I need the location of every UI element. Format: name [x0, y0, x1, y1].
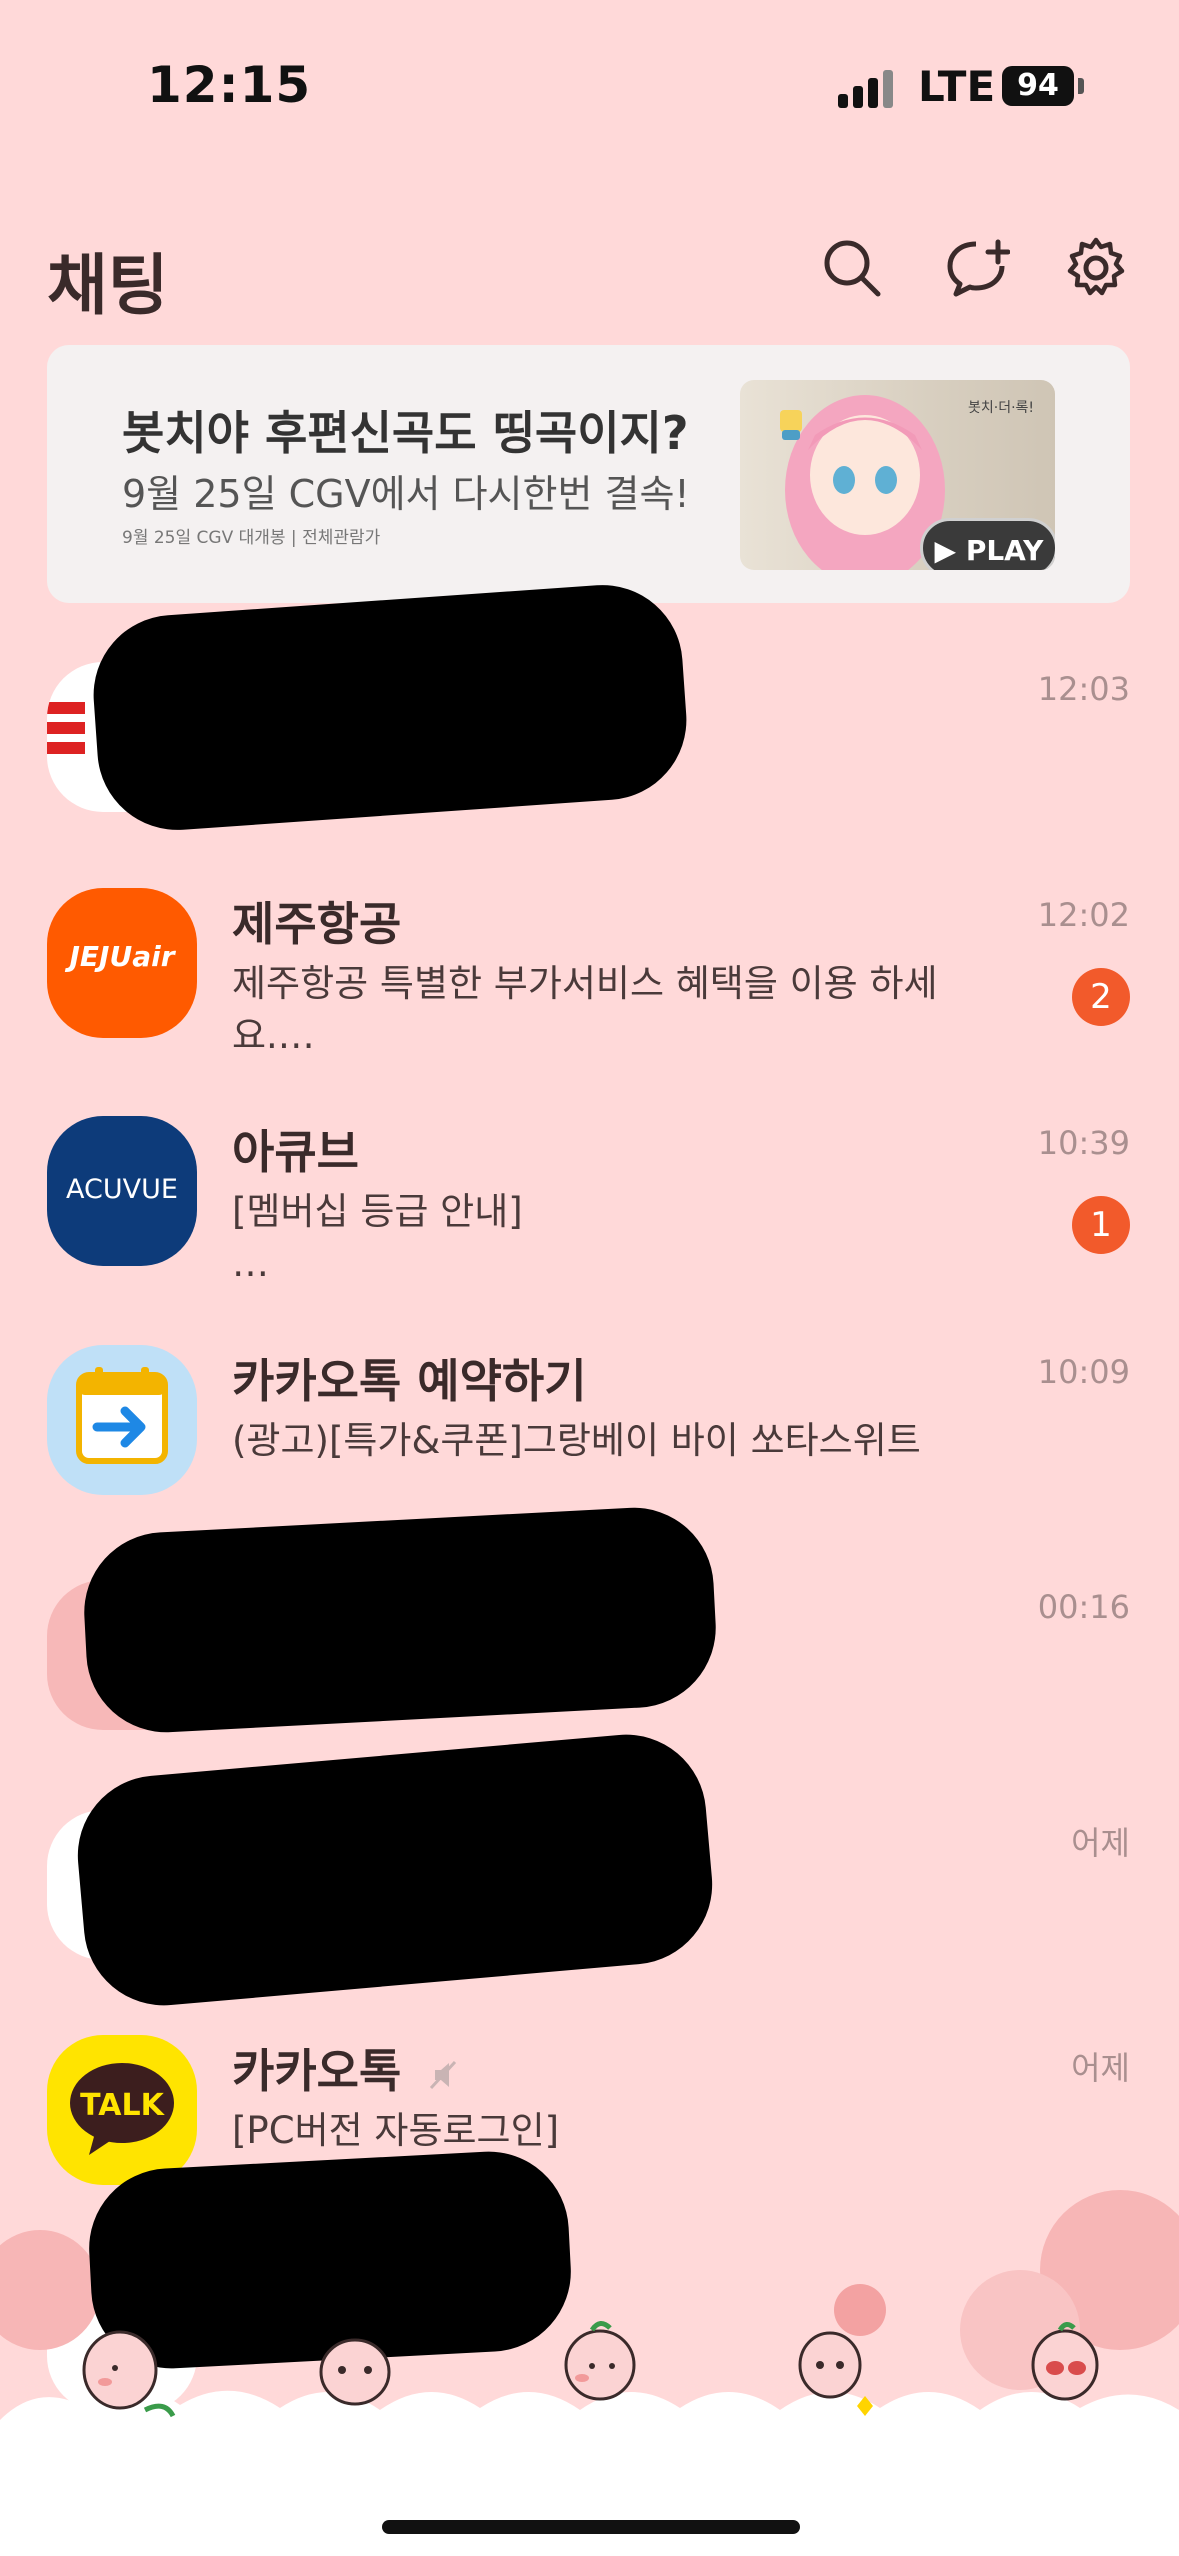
- banner-subtitle: 9월 25일 CGV에서 다시한번 결속!: [122, 472, 690, 516]
- network-type: LTE: [918, 62, 996, 111]
- battery-tip: [1078, 78, 1084, 94]
- svg-text:봇치·더·록!: 봇치·더·록!: [968, 400, 1034, 416]
- chat-preview: [멤버십 등급 안내] …: [232, 1190, 523, 1285]
- talk-bubble-icon: TALK: [70, 2063, 174, 2155]
- search-icon[interactable]: [820, 236, 884, 300]
- signal-icon: [838, 70, 898, 108]
- chat-time: 어제: [1071, 2049, 1130, 2087]
- chat-time: 어제: [1071, 1824, 1130, 1862]
- openchat-tab[interactable]: [530, 2310, 660, 2440]
- chat-preview: [PC버전 자동로그인]: [232, 2109, 560, 2152]
- chat-time: 12:02: [1037, 896, 1130, 934]
- peach-character-icon: [319, 2338, 391, 2406]
- jejuair-avatar: JEJUair: [47, 888, 197, 1038]
- chat-preview: 제주항공 특별한 부가서비스 혜택을 이용 하세요.…: [232, 962, 938, 1057]
- chat-name: 제주항공: [232, 897, 402, 951]
- chat-name: 카카오톡 예약하기: [232, 1354, 587, 1408]
- peach-character-icon: [798, 2331, 873, 2416]
- redaction: [88, 579, 692, 836]
- acuvue-avatar: ACUVUE: [47, 1116, 197, 1266]
- settings-icon[interactable]: [1064, 236, 1128, 300]
- new-chat-icon[interactable]: [946, 236, 1011, 300]
- chat-item[interactable]: JEJUair 제주항공 제주항공 특별한 부가서비스 혜택을 이용 하세요.……: [0, 888, 1179, 1108]
- promo-banner[interactable]: 봇치야 후편신곡도 띵곡이지? 9월 25일 CGV에서 다시한번 결속! 9월…: [47, 345, 1130, 603]
- peach-character-icon: [1031, 2322, 1099, 2401]
- chat-preview: (광고)[특가&쿠폰]그랑베이 바이 쏘타스위트: [232, 1419, 921, 1462]
- status-time: 12:15: [147, 56, 312, 114]
- kakaotalk-avatar: TALK: [47, 2035, 197, 2185]
- peach-character-icon: [82, 2330, 176, 2418]
- chats-tab[interactable]: [290, 2310, 420, 2440]
- chat-name: 카카오톡: [232, 2035, 459, 2101]
- banner-caption: 9월 25일 CGV 대개봉 | 전체관람가: [122, 528, 381, 548]
- tab-bar: [0, 2310, 1179, 2460]
- friends-tab[interactable]: [55, 2310, 185, 2440]
- peach-character-icon: [564, 2321, 636, 2401]
- chat-time: 10:39: [1037, 1124, 1130, 1162]
- page-title: 채팅: [47, 247, 169, 324]
- reservation-avatar: [47, 1345, 197, 1495]
- mute-icon: [430, 2060, 457, 2089]
- chat-time: 10:09: [1037, 1353, 1130, 1391]
- chat-item[interactable]: 12:03: [0, 579, 1179, 882]
- play-button[interactable]: ▶ PLAY: [920, 518, 1055, 570]
- home-indicator[interactable]: [382, 2520, 800, 2534]
- chat-item[interactable]: 어제: [0, 1727, 1179, 2030]
- redaction: [80, 1503, 720, 1737]
- banner-title: 봇치야 후편신곡도 띵곡이지?: [122, 406, 689, 460]
- calendar-arrow-icon: [76, 1367, 168, 1464]
- chat-item[interactable]: ACUVUE 아큐브 [멤버십 등급 안내] … 10:39 1: [0, 1116, 1179, 1336]
- chat-time: 00:16: [1037, 1588, 1130, 1626]
- more-tab[interactable]: [1000, 2310, 1130, 2440]
- chat-name: 아큐브: [232, 1125, 359, 1179]
- status-bar: 12:15 LTE 94: [0, 0, 1179, 140]
- unread-badge: 2: [1072, 968, 1130, 1026]
- chat-time: 12:03: [1037, 670, 1130, 708]
- banner-image: 봇치·더·록! ▶ PLAY: [740, 380, 1055, 570]
- battery-icon: 94: [1002, 66, 1074, 106]
- svg-text:TALK: TALK: [80, 2088, 165, 2123]
- unread-badge: 1: [1072, 1196, 1130, 1254]
- shopping-tab[interactable]: [765, 2310, 895, 2440]
